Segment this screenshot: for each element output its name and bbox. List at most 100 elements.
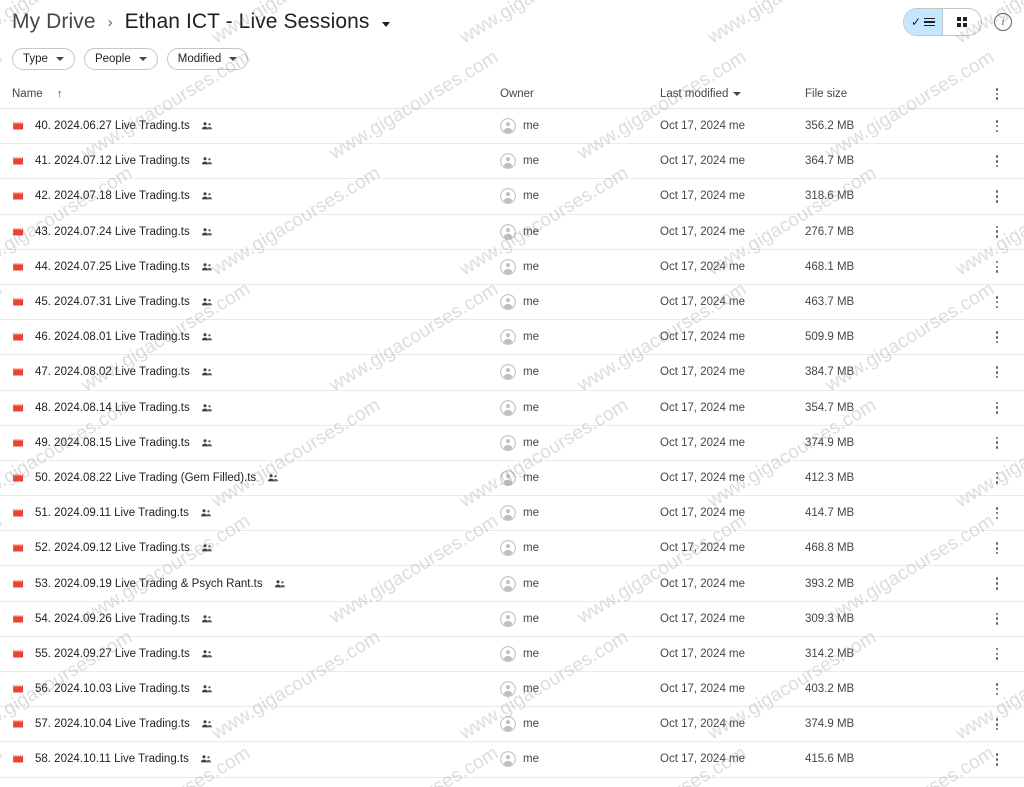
more-options-icon[interactable] bbox=[995, 401, 999, 414]
more-options-icon[interactable] bbox=[995, 577, 999, 590]
file-name-cell[interactable]: 44. 2024.07.25 Live Trading.ts bbox=[0, 260, 500, 274]
table-row[interactable]: 53. 2024.09.19 Live Trading & Psych Rant… bbox=[0, 566, 1024, 602]
folder-options-chevron-down-icon[interactable] bbox=[381, 21, 390, 27]
more-options-icon[interactable] bbox=[995, 87, 999, 101]
more-options-icon[interactable] bbox=[995, 612, 999, 625]
table-row[interactable]: 47. 2024.08.02 Live Trading.ts me Oct 17, … bbox=[0, 355, 1024, 391]
file-name-cell[interactable]: 50. 2024.08.22 Live Trading (Gem Filled)… bbox=[0, 471, 500, 485]
more-options-icon[interactable] bbox=[995, 542, 999, 555]
more-options-icon[interactable] bbox=[995, 225, 999, 238]
table-row[interactable]: 54. 2024.09.26 Live Trading.ts me Oct 17, … bbox=[0, 602, 1024, 637]
table-row[interactable]: 46. 2024.08.01 Live Trading.ts me Oct 17, … bbox=[0, 320, 1024, 356]
table-row[interactable]: 51. 2024.09.11 Live Trading.ts me Oct 17, … bbox=[0, 496, 1024, 532]
row-menu-cell[interactable] bbox=[970, 612, 1024, 625]
row-menu-cell[interactable] bbox=[970, 683, 1024, 696]
view-toggle[interactable]: ✓ bbox=[903, 8, 982, 36]
table-row[interactable]: 49. 2024.08.15 Live Trading.ts me Oct 17, … bbox=[0, 426, 1024, 461]
more-options-icon[interactable] bbox=[995, 753, 999, 766]
info-icon[interactable]: i bbox=[994, 13, 1012, 31]
row-menu-cell[interactable] bbox=[970, 542, 1024, 555]
file-name-cell[interactable]: 55. 2024.09.27 Live Trading.ts bbox=[0, 647, 500, 661]
file-name-label: 51. 2024.09.11 Live Trading.ts bbox=[35, 507, 189, 520]
more-options-icon[interactable] bbox=[995, 366, 999, 379]
video-file-icon bbox=[12, 682, 26, 696]
grid-view-button[interactable] bbox=[942, 9, 981, 35]
file-name-cell[interactable]: 56. 2024.10.03 Live Trading.ts bbox=[0, 682, 500, 696]
table-row[interactable]: 44. 2024.07.25 Live Trading.ts me Oct 17, … bbox=[0, 250, 1024, 285]
file-name-cell[interactable]: 54. 2024.09.26 Live Trading.ts bbox=[0, 612, 500, 626]
file-name-cell[interactable]: 57. 2024.10.04 Live Trading.ts bbox=[0, 717, 500, 731]
row-menu-cell[interactable] bbox=[970, 120, 1024, 133]
more-options-icon[interactable] bbox=[995, 260, 999, 273]
file-name-cell[interactable]: 51. 2024.09.11 Live Trading.ts bbox=[0, 506, 500, 520]
file-name-cell[interactable]: 49. 2024.08.15 Live Trading.ts bbox=[0, 436, 500, 450]
more-options-icon[interactable] bbox=[995, 331, 999, 344]
file-name-cell[interactable]: 45. 2024.07.31 Live Trading.ts bbox=[0, 295, 500, 309]
table-row[interactable]: 50. 2024.08.22 Live Trading (Gem Filled)… bbox=[0, 461, 1024, 497]
file-name-cell[interactable]: 41. 2024.07.12 Live Trading.ts bbox=[0, 154, 500, 168]
file-name-cell[interactable]: 53. 2024.09.19 Live Trading & Psych Rant… bbox=[0, 577, 500, 591]
more-options-icon[interactable] bbox=[995, 155, 999, 168]
file-name-cell[interactable]: 48. 2024.08.14 Live Trading.ts bbox=[0, 401, 500, 415]
table-row[interactable]: 41. 2024.07.12 Live Trading.ts me Oct 17, … bbox=[0, 144, 1024, 180]
table-row[interactable]: 40. 2024.06.27 Live Trading.ts me Oct 17, … bbox=[0, 109, 1024, 145]
more-options-icon[interactable] bbox=[995, 471, 999, 485]
file-name-cell[interactable]: 46. 2024.08.01 Live Trading.ts bbox=[0, 330, 500, 344]
row-menu-cell[interactable] bbox=[970, 507, 1024, 520]
more-options-icon[interactable] bbox=[995, 120, 999, 133]
file-name-cell[interactable]: 42. 2024.07.18 Live Trading.ts bbox=[0, 189, 500, 203]
row-menu-cell[interactable] bbox=[970, 401, 1024, 414]
column-header-owner[interactable]: Owner bbox=[500, 88, 660, 100]
breadcrumb-current-folder[interactable]: Ethan ICT - Live Sessions bbox=[125, 10, 370, 34]
row-menu-cell[interactable] bbox=[970, 155, 1024, 168]
more-options-icon[interactable] bbox=[995, 436, 999, 449]
filter-chip-type[interactable]: Type bbox=[12, 48, 75, 70]
column-header-menu[interactable] bbox=[970, 87, 1024, 101]
filter-chip-modified[interactable]: Modified bbox=[166, 48, 249, 70]
table-row[interactable]: 55. 2024.09.27 Live Trading.ts me Oct 17, … bbox=[0, 637, 1024, 672]
table-row[interactable]: 57. 2024.10.04 Live Trading.ts me Oct 17, … bbox=[0, 707, 1024, 743]
file-name-label: 55. 2024.09.27 Live Trading.ts bbox=[35, 647, 190, 660]
filter-chip-people[interactable]: People bbox=[83, 48, 158, 70]
more-options-icon[interactable] bbox=[995, 718, 999, 731]
file-size-label: 309.3 MB bbox=[805, 612, 855, 625]
table-row[interactable]: 43. 2024.07.24 Live Trading.ts me Oct 17, … bbox=[0, 215, 1024, 250]
table-row[interactable]: 52. 2024.09.12 Live Trading.ts me Oct 17, … bbox=[0, 531, 1024, 567]
table-row[interactable]: 58. 2024.10.11 Live Trading.ts me Oct 17, … bbox=[0, 742, 1024, 778]
table-row[interactable]: 45. 2024.07.31 Live Trading.ts me Oct 17, … bbox=[0, 285, 1024, 321]
column-header-name[interactable]: Name ↑ bbox=[0, 88, 500, 100]
column-header-last-modified[interactable]: Last modified bbox=[660, 88, 805, 100]
row-menu-cell[interactable] bbox=[970, 260, 1024, 273]
more-options-icon[interactable] bbox=[995, 295, 999, 309]
account-circle-icon bbox=[500, 434, 516, 451]
row-menu-cell[interactable] bbox=[970, 471, 1024, 485]
file-name-cell[interactable]: 40. 2024.06.27 Live Trading.ts bbox=[0, 119, 500, 133]
file-name-label: 41. 2024.07.12 Live Trading.ts bbox=[35, 155, 190, 168]
list-view-button[interactable]: ✓ bbox=[904, 9, 942, 35]
row-menu-cell[interactable] bbox=[970, 295, 1024, 309]
table-row[interactable]: 42. 2024.07.18 Live Trading.ts me Oct 17, … bbox=[0, 179, 1024, 215]
table-row[interactable]: 56. 2024.10.03 Live Trading.ts me Oct 17, … bbox=[0, 672, 1024, 708]
more-options-icon[interactable] bbox=[995, 507, 999, 520]
column-header-file-size[interactable]: File size bbox=[805, 88, 970, 100]
file-name-cell[interactable]: 43. 2024.07.24 Live Trading.ts bbox=[0, 225, 500, 239]
row-menu-cell[interactable] bbox=[970, 577, 1024, 590]
more-options-icon[interactable] bbox=[995, 647, 999, 660]
file-name-cell[interactable]: 58. 2024.10.11 Live Trading.ts bbox=[0, 752, 500, 766]
more-options-icon[interactable] bbox=[995, 683, 999, 696]
more-options-icon[interactable] bbox=[995, 190, 999, 203]
row-menu-cell[interactable] bbox=[970, 190, 1024, 203]
row-menu-cell[interactable] bbox=[970, 647, 1024, 660]
row-menu-cell[interactable] bbox=[970, 753, 1024, 766]
file-name-cell[interactable]: 52. 2024.09.12 Live Trading.ts bbox=[0, 541, 500, 555]
row-menu-cell[interactable] bbox=[970, 331, 1024, 344]
account-circle-icon bbox=[500, 153, 516, 170]
table-row[interactable]: 48. 2024.08.14 Live Trading.ts me Oct 17, … bbox=[0, 391, 1024, 426]
row-menu-cell[interactable] bbox=[970, 718, 1024, 731]
video-file-icon bbox=[12, 260, 26, 274]
row-menu-cell[interactable] bbox=[970, 366, 1024, 379]
breadcrumb-my-drive[interactable]: My Drive bbox=[12, 10, 96, 34]
row-menu-cell[interactable] bbox=[970, 436, 1024, 449]
file-name-cell[interactable]: 47. 2024.08.02 Live Trading.ts bbox=[0, 365, 500, 379]
row-menu-cell[interactable] bbox=[970, 225, 1024, 238]
